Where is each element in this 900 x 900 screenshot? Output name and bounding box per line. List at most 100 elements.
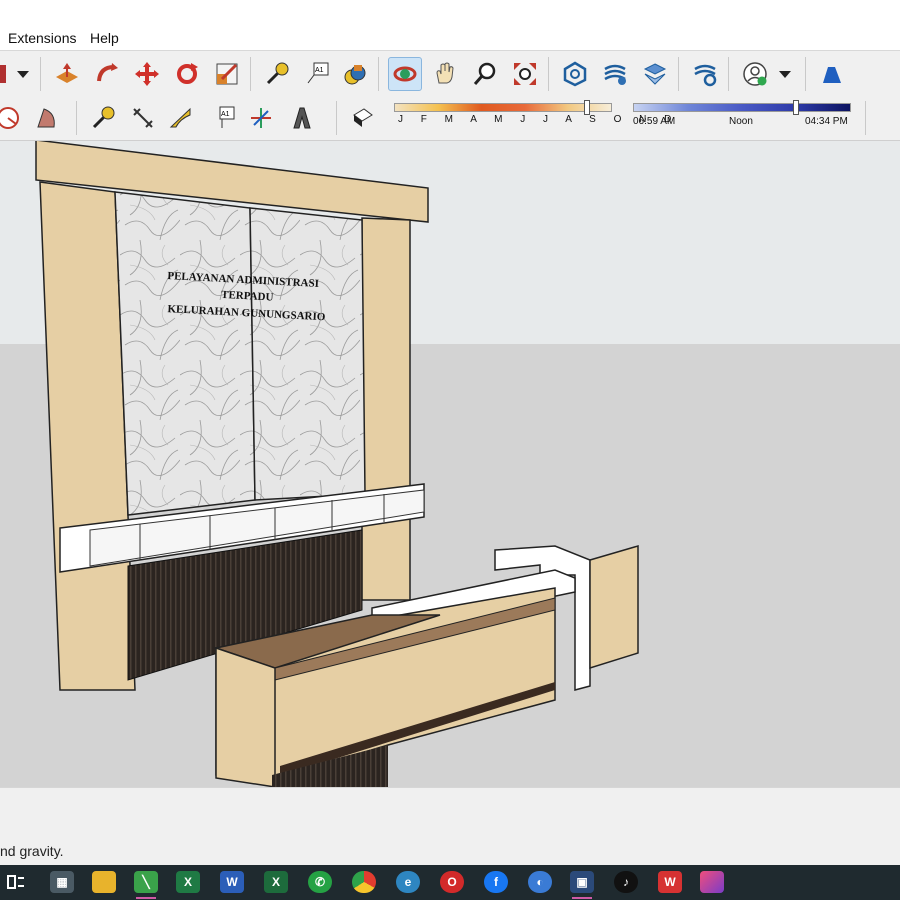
scale-icon [216, 63, 238, 85]
paint-bucket-button[interactable] [338, 57, 372, 91]
rotate-icon [177, 63, 198, 84]
toolbar-separator [378, 57, 379, 91]
time-slider-thumb[interactable] [792, 100, 799, 115]
excel-2-icon[interactable]: X [264, 871, 288, 893]
dimension-button[interactable] [126, 101, 160, 135]
extension-warehouse-button[interactable] [638, 57, 672, 91]
shadow-time-slider[interactable] [633, 103, 851, 112]
wps-icon[interactable]: W [658, 871, 682, 893]
warehouse-share-button[interactable] [598, 57, 632, 91]
zoom-extents-button[interactable] [508, 57, 542, 91]
push-pull-button[interactable] [50, 57, 84, 91]
toolbar-bottom: A1 J F M A M J J A S O N D 06:59 AM Noon… [0, 96, 900, 141]
warehouse-share-icon [604, 64, 626, 85]
model-viewport[interactable]: PELAYANAN ADMINISTRASI TERPADU KELURAHAN… [0, 141, 900, 787]
text-label-icon: A1 [307, 62, 329, 84]
arc-icon [37, 108, 55, 128]
layout-icon [823, 67, 841, 83]
toolbar-separator [548, 57, 549, 91]
protractor-icon [169, 107, 191, 128]
orbit-button[interactable] [388, 57, 422, 91]
sketchup-running-icon[interactable]: ▣ [570, 871, 594, 899]
word-icon[interactable]: W [220, 871, 244, 893]
sketchup-icon[interactable]: ╲ [134, 871, 158, 899]
push-pull-icon [56, 63, 78, 83]
protractor-button[interactable] [164, 101, 198, 135]
shadow-date-slider[interactable] [394, 103, 612, 112]
facebook-icon[interactable]: f [484, 871, 508, 893]
tape-measure-button[interactable] [260, 57, 294, 91]
opera-icon[interactable]: O [440, 871, 464, 893]
select-icon [0, 65, 6, 83]
excel-icon[interactable]: X [176, 871, 200, 893]
task-view-icon[interactable] [4, 871, 28, 893]
toolbar-separator [336, 101, 337, 135]
3d-text-button[interactable] [284, 101, 318, 135]
text-label-icon: A1 [219, 106, 235, 128]
status-bar: nd gravity. [0, 787, 900, 866]
move-icon [135, 62, 159, 86]
edge-icon[interactable]: e [396, 871, 420, 893]
extension-manager-icon [694, 64, 717, 87]
tape-measure-button-2[interactable] [86, 101, 120, 135]
follow-me-button[interactable] [90, 57, 124, 91]
toolbar-separator [40, 57, 41, 91]
orbit-icon [393, 66, 417, 82]
axes-icon [251, 108, 271, 128]
chrome-icon[interactable] [352, 871, 376, 893]
menu-bar: Extensions Help [0, 26, 900, 50]
warehouse-button[interactable] [558, 57, 592, 91]
toolbar-separator [865, 101, 866, 135]
toolbar-separator [805, 57, 806, 91]
tape-measure-icon [92, 106, 115, 129]
axes-button[interactable] [244, 101, 278, 135]
paint-bucket-icon [344, 65, 366, 85]
move-button[interactable] [130, 57, 164, 91]
shadows-toggle-button[interactable] [346, 101, 380, 135]
circle-icon [0, 107, 19, 129]
dropdown-arrow-icon [17, 71, 29, 78]
extension-manager-button[interactable] [688, 57, 722, 91]
marble-panel-left [114, 191, 256, 516]
circle-tool-button[interactable] [0, 101, 26, 135]
counter-side-panel [589, 545, 639, 670]
3d-text-icon [293, 107, 311, 129]
warehouse-icon [563, 61, 587, 87]
scale-button[interactable] [210, 57, 244, 91]
file-explorer-icon[interactable] [92, 871, 116, 893]
svg-text:A1: A1 [221, 111, 230, 118]
menu-extensions[interactable]: Extensions [8, 30, 76, 46]
model-scene: PELAYANAN ADMINISTRASI TERPADU KELURAHAN… [0, 141, 900, 787]
whatsapp-icon[interactable]: ✆ [308, 871, 332, 893]
zoom-icon [473, 62, 496, 85]
shadow-icon [353, 108, 373, 127]
rotate-button[interactable] [170, 57, 204, 91]
layout-button[interactable] [815, 57, 849, 91]
account-button[interactable] [738, 57, 772, 91]
arc-tool-button[interactable] [30, 101, 64, 135]
right-column [361, 217, 411, 601]
dimension-icon [133, 108, 153, 128]
text-label-button[interactable]: A1 [300, 57, 334, 91]
extension-warehouse-icon [643, 63, 667, 85]
pan-button[interactable] [428, 57, 462, 91]
account-icon [743, 62, 767, 86]
menu-help[interactable]: Help [90, 30, 119, 46]
tiktok-icon[interactable]: ♪ [614, 871, 638, 893]
text-button[interactable]: A1 [206, 101, 240, 135]
marble-panel-right [249, 207, 366, 501]
svg-text:A1: A1 [315, 67, 324, 74]
title-bar-area [0, 0, 900, 26]
status-text: nd gravity. [0, 843, 64, 859]
account-dropdown-button[interactable] [772, 57, 798, 91]
toolbar-dropdown-button[interactable] [10, 57, 36, 91]
date-slider-thumb[interactable] [584, 100, 591, 115]
toolbar-separator [728, 57, 729, 91]
app-icon[interactable] [700, 871, 724, 893]
time-noon-label: Noon [729, 116, 753, 127]
calculator-icon[interactable]: ▦ [50, 871, 74, 893]
signal-icon[interactable]: ◐ [528, 871, 552, 893]
toolbar-separator [76, 101, 77, 135]
zoom-button[interactable] [468, 57, 502, 91]
follow-me-icon [97, 63, 118, 82]
